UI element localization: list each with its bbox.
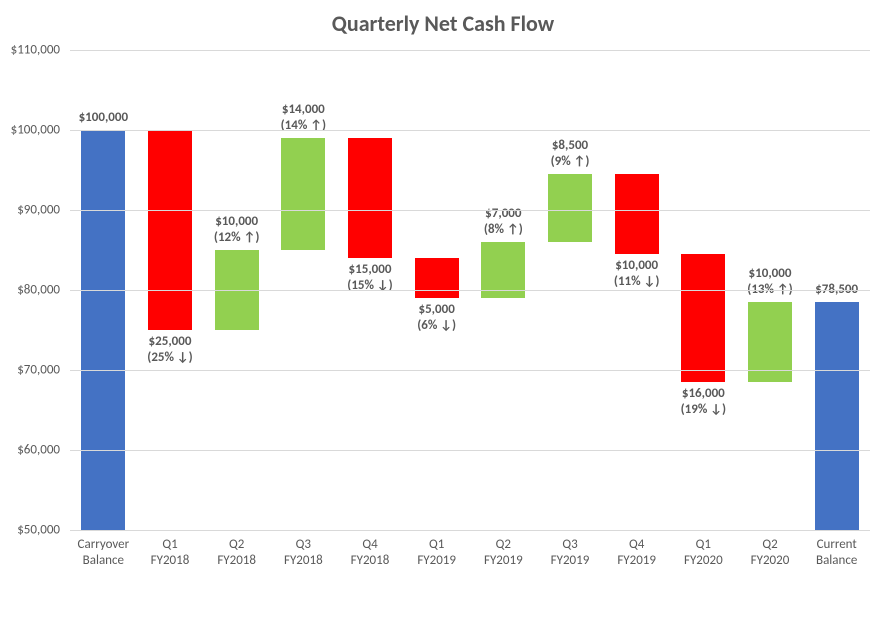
- bar-value-label: $10,000(12% ↑): [192, 214, 282, 247]
- bar-value-label: $16,000(19% ↓): [658, 386, 748, 419]
- bar-decrease: [348, 138, 392, 258]
- x-tick-label: Q2FY2018: [217, 537, 256, 568]
- y-tick-label: $100,000: [0, 123, 60, 138]
- x-tick-label: CarryoverBalance: [78, 537, 130, 568]
- y-tick-label: $90,000: [0, 203, 60, 218]
- bar-increase: [548, 174, 592, 242]
- bar-increase: [281, 138, 325, 250]
- bar-decrease: [415, 258, 459, 298]
- x-tick-label: Q1FY2018: [151, 537, 190, 568]
- x-tick-label: Q4FY2019: [617, 537, 656, 568]
- bar-value-label: $10,000(11% ↓): [592, 258, 682, 291]
- grid-line: [70, 450, 870, 451]
- plot-area: $100,000$25,000(25% ↓)$10,000(12% ↑)$14,…: [70, 50, 870, 530]
- x-tick-label: Q1FY2019: [417, 537, 456, 568]
- grid-line: [70, 210, 870, 211]
- x-tick-label: CurrentBalance: [816, 537, 857, 568]
- x-axis: CarryoverBalanceQ1FY2018Q2FY2018Q3FY2018…: [70, 530, 870, 531]
- bar-value-label: $5,000(6% ↓): [392, 302, 482, 335]
- bar-total: [815, 302, 859, 530]
- bar-decrease: [148, 130, 192, 330]
- bar-value-label: $8,500(9% ↑): [525, 138, 615, 171]
- grid-line: [70, 130, 870, 131]
- bar-decrease: [681, 254, 725, 382]
- bar-value-label: $25,000(25% ↓): [125, 334, 215, 367]
- grid-line: [70, 290, 870, 291]
- chart-title: Quarterly Net Cash Flow: [0, 10, 886, 37]
- x-tick-label: Q2FY2019: [484, 537, 523, 568]
- chart-container: Quarterly Net Cash Flow $100,000 $25,000(…: [0, 0, 886, 618]
- y-tick-label: $50,000: [0, 523, 60, 538]
- x-tick-label: Q2FY2020: [751, 537, 790, 568]
- bar-value-label: $10,000(13% ↑): [725, 266, 815, 299]
- bar-decrease: [615, 174, 659, 254]
- x-tick-label: Q3FY2018: [284, 537, 323, 568]
- y-tick-label: $80,000: [0, 283, 60, 298]
- y-tick-label: $70,000: [0, 363, 60, 378]
- y-tick-label: $110,000: [0, 43, 60, 58]
- bar-value-label: $100,000: [58, 110, 148, 126]
- bar-total: [81, 130, 125, 530]
- x-tick-label: Q4FY2018: [351, 537, 390, 568]
- x-tick-label: Q3FY2019: [551, 537, 590, 568]
- x-tick-label: Q1FY2020: [684, 537, 723, 568]
- grid-line: [70, 50, 870, 51]
- y-tick-label: $60,000: [0, 443, 60, 458]
- grid-line: [70, 370, 870, 371]
